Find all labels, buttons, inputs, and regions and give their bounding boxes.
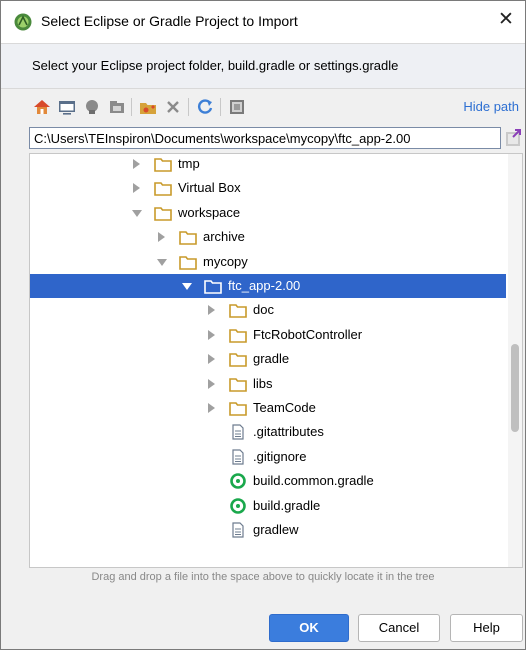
tree-item-label: FtcRobotController [253, 326, 363, 342]
expand-arrow-right-icon[interactable] [208, 403, 215, 413]
instruction-bar: Select your Eclipse project folder, buil… [1, 43, 525, 89]
folder-icon [204, 278, 222, 294]
path-input[interactable]: C:\Users\TEInspiron\Documents\workspace\… [29, 127, 501, 149]
tree-item-label: build.gradle [253, 497, 321, 513]
tree-item-label: workspace [178, 204, 241, 220]
file-tree[interactable]: gradlew build.gradle build.common.gradle .g… [29, 153, 523, 568]
expand-arrow-down-icon[interactable] [182, 283, 192, 290]
close-button[interactable]: ✕ [495, 9, 517, 31]
tree-item-label: tmp [178, 156, 200, 171]
delete-icon[interactable] [163, 97, 183, 117]
file-icon [229, 424, 247, 440]
folder-icon [229, 327, 247, 343]
home-icon[interactable] [32, 97, 52, 117]
folder-icon [179, 229, 197, 245]
file-icon [229, 449, 247, 465]
import-dialog: Select Eclipse or Gradle Project to Impo… [0, 0, 526, 650]
instruction-text: Select your Eclipse project folder, buil… [32, 58, 399, 73]
folder-icon [229, 351, 247, 367]
tree-item-label: mycopy [203, 253, 248, 269]
tree-folder-row[interactable]: gradle [30, 347, 506, 371]
tree-item-label: TeamCode [253, 400, 316, 415]
expand-arrow-right-icon[interactable] [133, 183, 140, 194]
title-bar: Select Eclipse or Gradle Project to Impo… [1, 1, 525, 43]
hide-path-link[interactable]: Hide path [463, 99, 519, 114]
tree-item-label: ftc_app-2.00 [228, 278, 301, 293]
folder-icon [154, 180, 172, 197]
tree-folder-row[interactable]: ftc_app-2.00 [30, 274, 506, 298]
toolbar-separator [188, 98, 189, 116]
tree-scrollbar[interactable] [508, 154, 522, 567]
tree-item-label: gradle [253, 351, 290, 367]
tree-file-row[interactable]: build.gradle [30, 494, 506, 518]
ok-button[interactable]: OK [269, 614, 349, 642]
tree-file-row[interactable]: .gitignore [30, 445, 506, 469]
tree-item-label: build.common.gradle [253, 473, 374, 489]
folder-icon [229, 376, 247, 392]
tree-item-label: archive [203, 229, 245, 245]
tree-folder-row[interactable]: FtcRobotController [30, 323, 506, 347]
tree-file-row[interactable]: build.common.gradle [30, 469, 506, 493]
folder-icon [229, 302, 247, 319]
folder-icon [229, 400, 247, 416]
toolbar: Hide path [1, 89, 525, 125]
tree-item-label: .gitattributes [253, 424, 324, 440]
expand-arrow-right-icon[interactable] [208, 329, 215, 340]
folder-icon [154, 205, 172, 221]
android-studio-icon [14, 13, 32, 31]
module-icon[interactable] [107, 97, 127, 117]
window-title: Select Eclipse or Gradle Project to Impo… [41, 13, 298, 29]
tree-item-label: .gitignore [253, 448, 307, 464]
expand-arrow-down-icon[interactable] [157, 258, 167, 266]
toolbar-separator [131, 98, 132, 116]
path-history-icon[interactable] [505, 129, 521, 147]
new-folder-icon[interactable] [138, 97, 158, 117]
tree-folder-row[interactable]: tmp [30, 154, 506, 176]
file-icon [229, 522, 247, 538]
tree-item-label: gradlew [253, 522, 299, 537]
tree-folder-row[interactable]: workspace [30, 201, 506, 225]
folder-icon [154, 156, 172, 172]
tree-folder-row[interactable]: mycopy [30, 250, 506, 274]
help-button[interactable]: Help [450, 614, 523, 642]
desktop-icon[interactable] [57, 97, 77, 117]
tree-folder-row[interactable]: doc [30, 298, 506, 322]
expand-arrow-right-icon[interactable] [158, 232, 165, 243]
tree-folder-row[interactable]: libs [30, 372, 506, 396]
gradle-file-icon [229, 473, 247, 489]
tree-item-label: Virtual Box [178, 180, 241, 196]
project-icon[interactable] [82, 97, 102, 117]
cancel-button[interactable]: Cancel [358, 614, 440, 642]
toolbar-separator [220, 98, 221, 116]
drag-drop-hint: Drag and drop a file into the space abov… [91, 571, 435, 583]
expand-arrow-right-icon[interactable] [208, 305, 215, 316]
tree-item-label: libs [253, 375, 273, 391]
expand-arrow-right-icon[interactable] [133, 159, 140, 169]
tree-item-label: doc [253, 302, 274, 318]
scroll-thumb[interactable] [511, 344, 519, 432]
tree-folder-row[interactable]: Virtual Box [30, 176, 506, 200]
tree-file-row[interactable]: .gitattributes [30, 420, 506, 444]
expand-arrow-right-icon[interactable] [208, 354, 215, 365]
gradle-file-icon [229, 497, 247, 514]
tree-file-row[interactable]: gradlew [30, 518, 506, 542]
refresh-icon[interactable] [195, 97, 215, 117]
folder-icon [179, 254, 197, 270]
tree-folder-row[interactable]: archive [30, 225, 506, 249]
tree-folder-row[interactable]: TeamCode [30, 396, 506, 420]
show-hidden-icon[interactable] [227, 97, 247, 117]
expand-arrow-down-icon[interactable] [132, 209, 142, 217]
expand-arrow-right-icon[interactable] [208, 378, 215, 389]
